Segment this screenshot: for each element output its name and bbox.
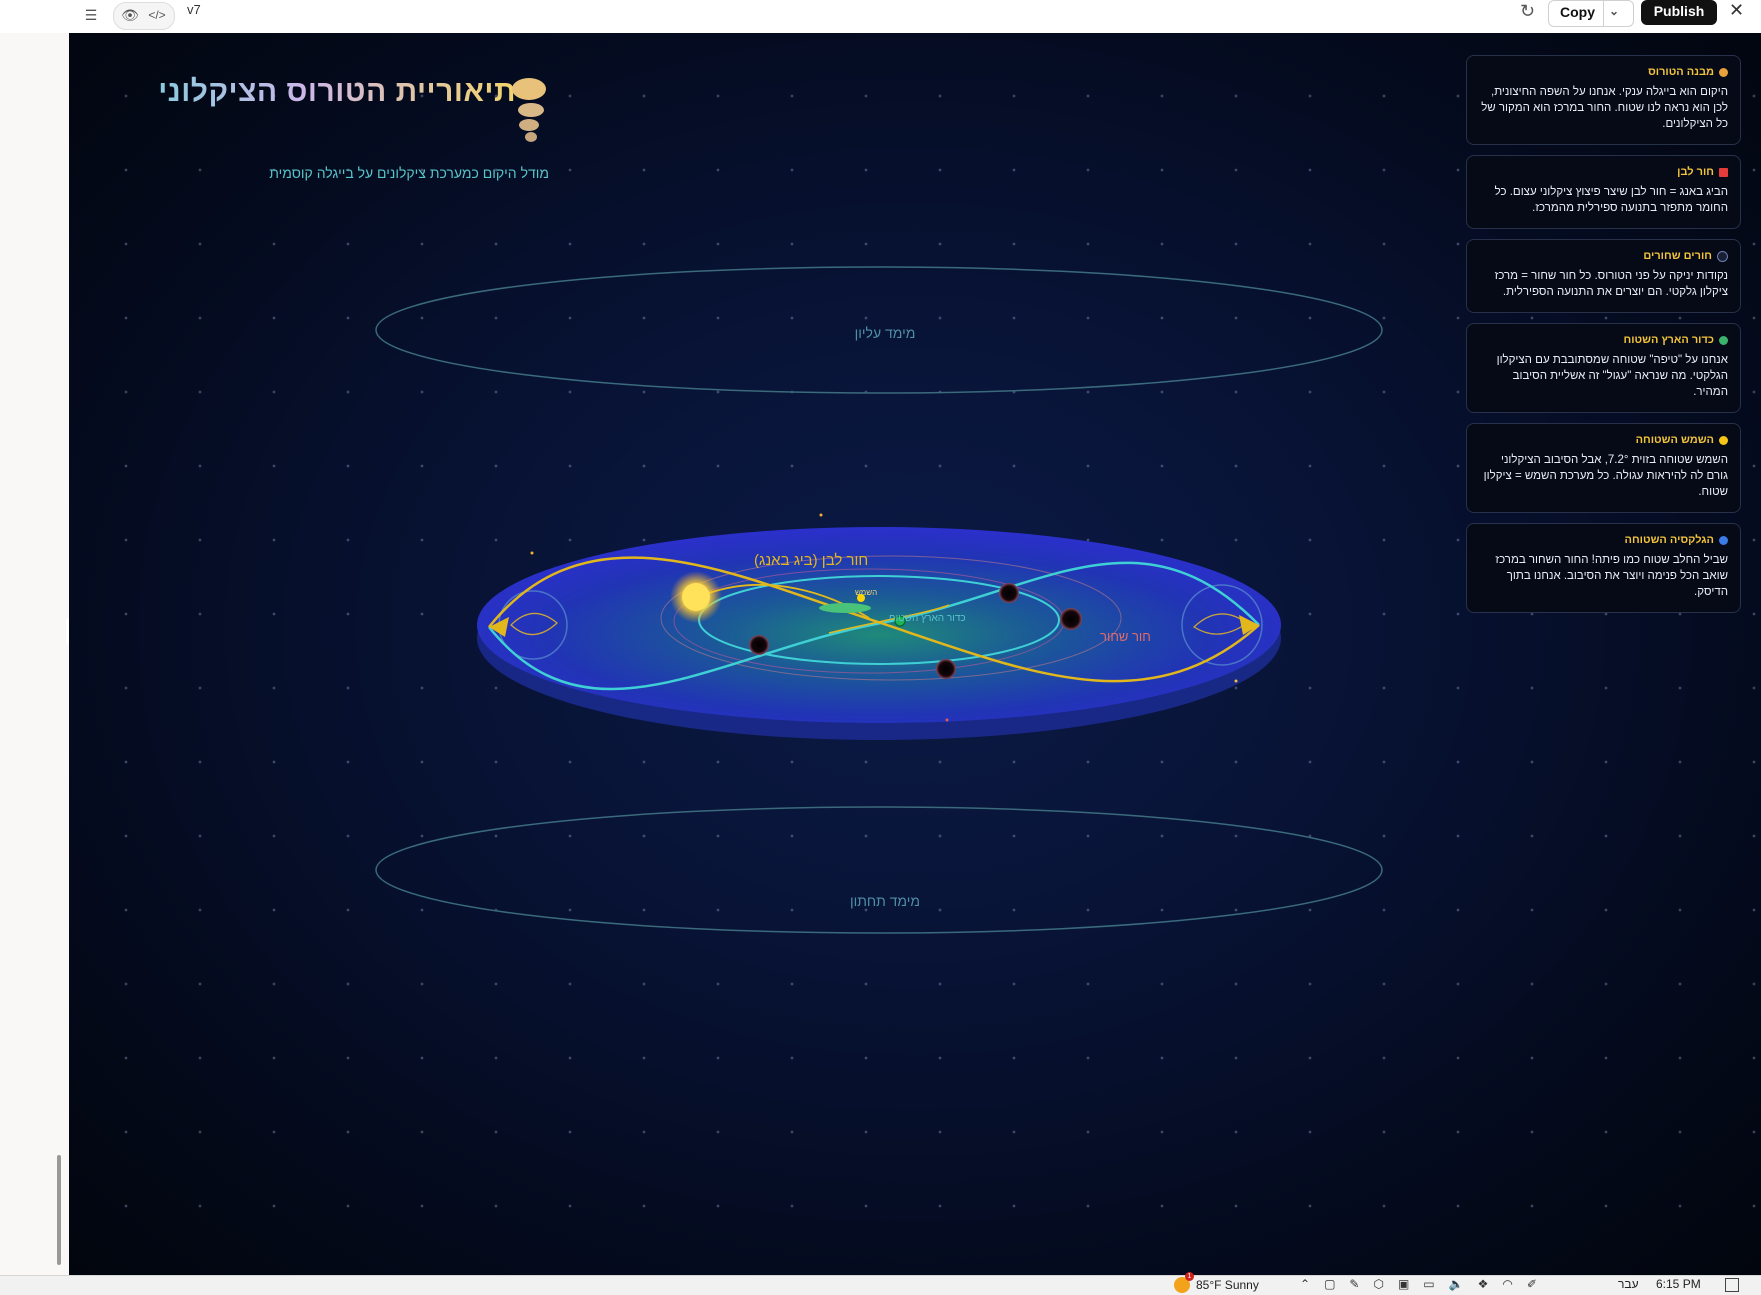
card-header: מבנה הטורוס [1479,66,1728,78]
code-icon[interactable]: </> [146,4,168,26]
close-icon[interactable]: ✕ [1729,0,1744,21]
view-toggle[interactable]: 👁 </> [113,2,175,30]
info-panel: מבנה הטורוס היקום הוא בייגלה ענקי. אנחנו… [1466,55,1743,623]
upper-dimension-label: מימד עליון [855,325,916,341]
card-flat-earth: כדור הארץ השטוח אנחנו על "טיפה" שטוחה שמ… [1466,323,1741,413]
card-title: כדור הארץ השטוח [1623,334,1714,346]
weather-widget[interactable]: 1 85°F Sunny [1174,1272,1259,1293]
black-hole-label: חור שחור [1100,629,1151,644]
flat-earth-label: כדור הארץ השטוח [889,613,966,624]
taskbar: 1 85°F Sunny ⌃ ▢ ✎ ⬡ ▣ ▭ 🔈 ❖ ◠ ✐ עבר 6:1… [0,1272,1761,1295]
dropbox-icon[interactable]: ❖ [1478,1277,1489,1291]
black-hole-icon [1717,250,1728,262]
sun-icon [1719,435,1728,445]
card-header: הגלקסיה השטוחה [1479,534,1728,546]
card-title: השמש השטוחה [1635,434,1714,446]
wifi-icon[interactable]: ◠ [1502,1277,1512,1291]
notification-center-icon[interactable] [1725,1278,1739,1292]
sun-label: השמש [855,588,877,597]
lower-dimension-label: מימד תחתון [850,893,920,909]
card-title: מבנה הטורוס [1648,66,1714,78]
card-header: כדור הארץ השטוח [1479,334,1728,346]
black-hole-4[interactable] [936,659,956,679]
sun-icon: 1 [1174,1272,1194,1293]
battery-icon[interactable]: ▭ [1423,1277,1434,1291]
card-title: הגלקסיה השטוחה [1624,534,1714,546]
refresh-icon[interactable]: ↻ [1520,1,1535,22]
star [819,513,823,517]
left-pane [0,33,72,1275]
preview-canvas: תיאוריית הטורוס הציקלוני מודל היקום כמער… [69,33,1761,1275]
galaxy-icon [1719,535,1728,545]
pen-icon[interactable]: ✎ [1349,1277,1359,1291]
card-title: חורים שחורים [1643,250,1712,262]
list-icon[interactable]: ☰ [80,4,102,26]
camera-icon[interactable]: ▢ [1324,1277,1335,1291]
white-hole-core [682,583,710,611]
card-text: נקודות יניקה על פני הטורוס. כל חור שחור … [1494,270,1728,298]
black-hole-3[interactable] [749,635,769,655]
copy-button[interactable]: Copy ⌄ [1548,0,1634,27]
card-header: השמש השטוחה [1479,434,1728,446]
publish-button[interactable]: Publish [1641,0,1717,25]
card-text: אנחנו על "טיפה" שטוחה שמסתובבת עם הציקלו… [1496,354,1728,398]
black-hole-2[interactable] [1060,608,1082,630]
card-text: היקום הוא בייגלה ענקי. אנחנו על השפה החי… [1481,86,1728,130]
card-flat-galaxy: הגלקסיה השטוחה שביל החלב שטוח כמו פיתה! … [1466,523,1741,613]
white-hole-icon [1719,167,1728,177]
divider [1603,1,1604,26]
version-label: v7 [187,2,201,17]
card-header: חורים שחורים [1479,250,1728,262]
chevron-up-icon[interactable]: ⌃ [1300,1277,1310,1291]
chevron-down-icon[interactable]: ⌄ [1609,4,1619,18]
card-torus-structure: מבנה הטורוס היקום הוא בייגלה ענקי. אנחנו… [1466,55,1741,145]
notification-badge: 1 [1185,1272,1194,1281]
system-tray: ⌃ ▢ ✎ ⬡ ▣ ▭ 🔈 ❖ ◠ ✐ [1300,1277,1537,1291]
language-indicator[interactable]: עבר [1618,1277,1639,1291]
bagel-icon [1719,67,1728,77]
pen-settings-icon[interactable]: ✐ [1527,1277,1537,1291]
card-white-hole: חור לבן הביג באנג = חור לבן שיצר פיצוץ צ… [1466,155,1741,229]
clock[interactable]: 6:15 PM [1656,1277,1701,1291]
card-title: חור לבן [1677,166,1714,178]
star [530,551,534,555]
card-flat-sun: השמש השטוחה השמש שטוחה בזוית 7.2°, אבל ה… [1466,423,1741,513]
eye-icon[interactable]: 👁 [120,4,140,26]
security-icon[interactable]: ⬡ [1373,1277,1383,1291]
flat-earth-disk [819,603,871,613]
copy-button-label: Copy [1560,4,1595,20]
display-icon[interactable]: ▣ [1398,1277,1409,1291]
star [1234,679,1238,683]
star [945,718,949,722]
card-text: השמש שטוחה בזוית 7.2°, אבל הסיבוב הציקלו… [1483,454,1728,498]
scrollbar[interactable] [57,1155,61,1265]
card-black-holes: חורים שחורים נקודות יניקה על פני הטורוס.… [1466,239,1741,313]
card-text: שביל החלב שטוח כמו פיתה! החור השחור במרכ… [1495,554,1728,598]
lower-dimension-ring [375,806,1383,934]
card-header: חור לבן [1479,166,1728,178]
earth-icon [1719,335,1728,345]
top-toolbar: ☰ 👁 </> v7 ↻ Copy ⌄ Publish ✕ [0,0,1761,34]
volume-icon[interactable]: 🔈 [1449,1277,1464,1291]
card-text: הביג באנג = חור לבן שיצר פיצוץ ציקלוני ע… [1494,186,1728,214]
black-hole-1[interactable] [999,583,1019,603]
weather-text: 85°F Sunny [1196,1278,1259,1292]
white-hole-label: חור לבן (ביג באנג) [754,552,868,569]
